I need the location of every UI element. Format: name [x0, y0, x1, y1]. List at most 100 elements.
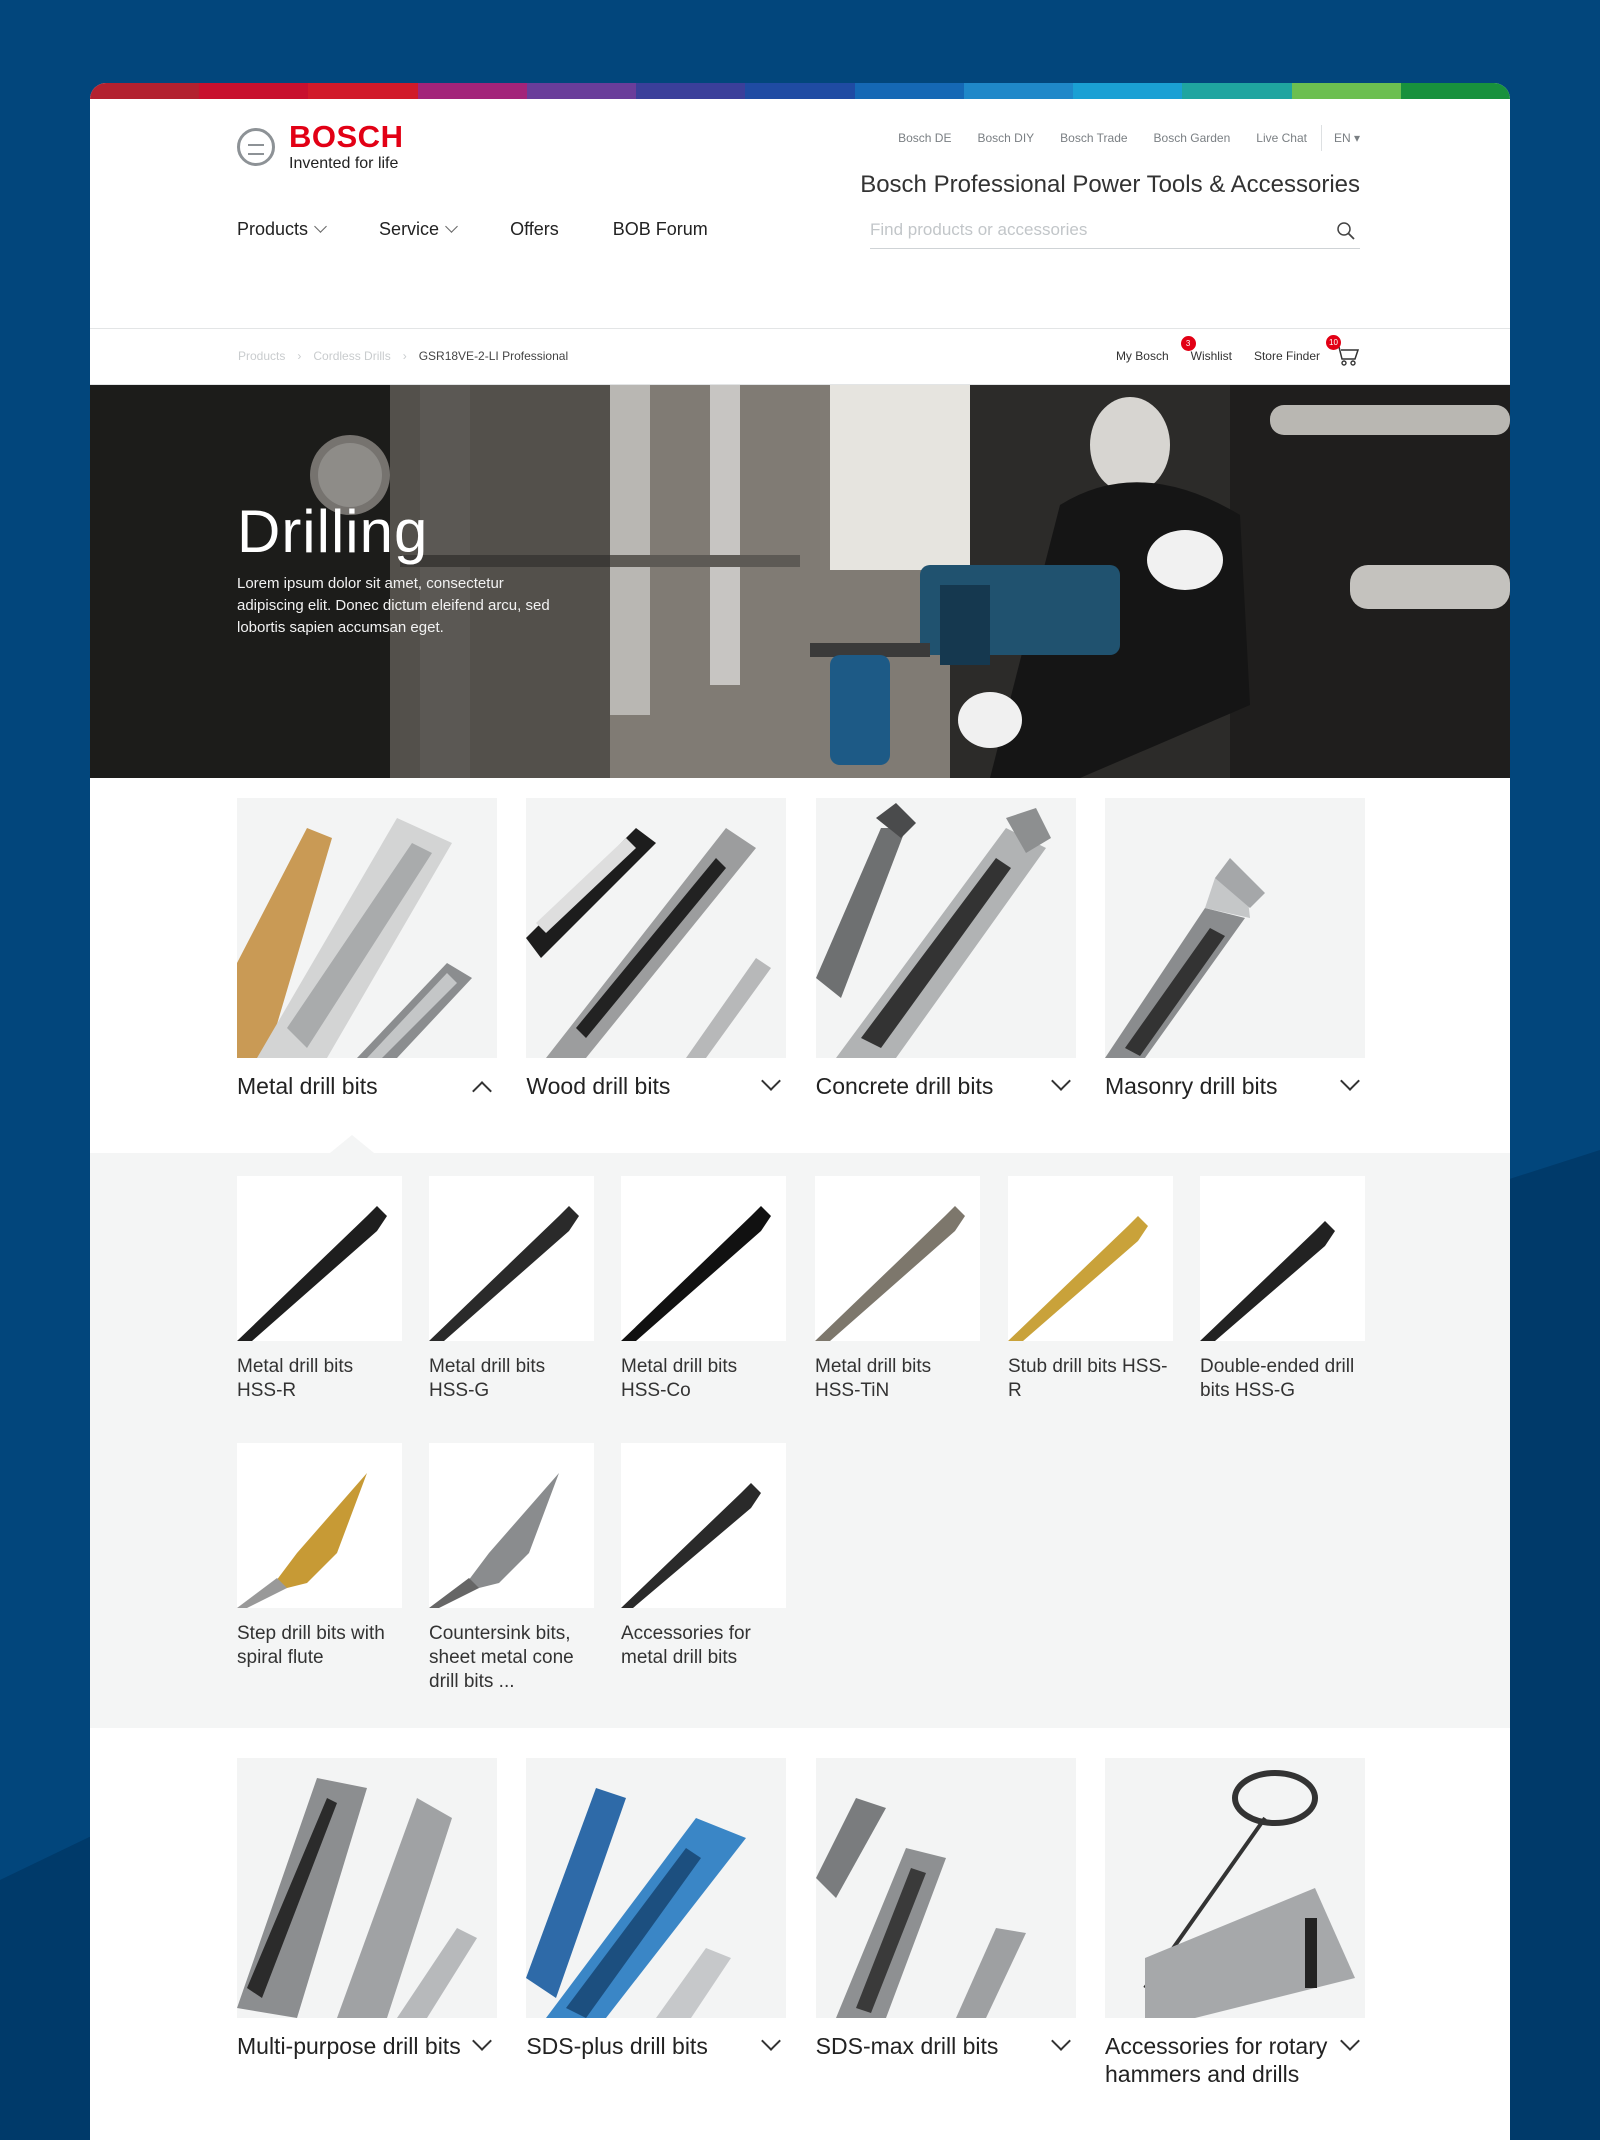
multi-purpose-drill-bits-image: [237, 1758, 497, 2018]
drill-bit-image: [815, 803, 1051, 1058]
bosch-armature-icon: [237, 128, 275, 166]
category-accessories-rotary-hammers[interactable]: Accessories for rotary hammers and drill…: [1104, 1758, 1365, 2088]
category-row-bottom: Multi-purpose drill bits SDS-plus drill …: [237, 1758, 1365, 2088]
subcategory-label: Metal drill bits HSS-G: [429, 1356, 546, 1401]
chevron-down-icon: [761, 1071, 782, 1091]
subcategory-item[interactable]: Accessories for metal drill bits: [621, 1443, 786, 1670]
nav-service-label: Service: [379, 219, 440, 239]
main-nav: Products Service Offers BOB Forum: [237, 219, 762, 240]
concrete-drill-bits-image: [815, 798, 1076, 1058]
category-wood-drill-bits[interactable]: Wood drill bits: [526, 798, 787, 1100]
cart-count-badge: 10: [1326, 335, 1341, 350]
drill-bit-image: [237, 818, 472, 1058]
masonry-drill-bits-image: [1104, 798, 1365, 1058]
category-concrete-drill-bits[interactable]: Concrete drill bits: [815, 798, 1076, 1100]
nav-bob-forum-label: BOB Forum: [612, 219, 708, 239]
wishlist-link[interactable]: 3 Wishlist: [1180, 336, 1232, 363]
site-header: BOSCH Invented for life Bosch DE Bosch D…: [90, 99, 1510, 329]
nav-products[interactable]: Products: [237, 219, 327, 240]
hero-title: Drilling: [237, 498, 429, 565]
language-selector[interactable]: EN ▾: [1334, 131, 1360, 151]
chevron-right-icon: ›: [402, 349, 407, 363]
user-links: My Bosch 3 Wishlist Store Finder 10: [1094, 335, 1360, 367]
browser-page: BOSCH Invented for life Bosch DE Bosch D…: [90, 83, 1510, 2140]
category-label: SDS-max drill bits: [815, 2033, 999, 2059]
wood-drill-bits-image: [526, 798, 787, 1058]
category-label: Metal drill bits: [237, 1073, 378, 1099]
drill-bit-image: [526, 1788, 747, 2018]
subcategory-item[interactable]: Countersink bits, sheet metal cone drill…: [429, 1443, 594, 1694]
category-label: Masonry drill bits: [1104, 1073, 1278, 1099]
category-sds-plus-drill-bits[interactable]: SDS-plus drill bits: [526, 1758, 787, 2088]
subcategory-label: Accessories for metal drill bits: [621, 1623, 751, 1668]
hero-text: Lorem ipsum dolor sit amet, consectetur …: [237, 575, 550, 636]
subcategory-image: [621, 1176, 786, 1341]
subcategory-image: [429, 1443, 594, 1608]
top-link-bosch-diy[interactable]: Bosch DIY: [977, 131, 1034, 151]
subcategory-label: Step drill bits with spiral flute: [237, 1623, 385, 1668]
cart-button[interactable]: 10: [1326, 335, 1360, 367]
category-sds-max-drill-bits[interactable]: SDS-max drill bits: [815, 1758, 1076, 2088]
chevron-down-icon: [1050, 2031, 1071, 2051]
subcategory-label: Metal drill bits HSS-R: [237, 1356, 354, 1401]
top-link-bosch-garden[interactable]: Bosch Garden: [1154, 131, 1231, 151]
breadcrumb-cordless-drills[interactable]: Cordless Drills: [313, 349, 390, 363]
category-label: Wood drill bits: [526, 1073, 671, 1099]
category-label: Multi-purpose drill bits: [237, 2033, 461, 2059]
search-icon[interactable]: [1336, 221, 1356, 241]
category-label: Accessories for rotary hammers and drill…: [1104, 2033, 1328, 2087]
category-label: Concrete drill bits: [815, 1073, 994, 1099]
subcategory-item[interactable]: Metal drill bits HSS-R: [237, 1176, 402, 1403]
store-finder-link[interactable]: Store Finder: [1254, 349, 1320, 363]
subcategory-item[interactable]: Metal drill bits HSS-G: [429, 1176, 594, 1403]
subcategory-item[interactable]: Double-ended drill bits HSS-G: [1200, 1176, 1365, 1403]
subcategory-image: [237, 1443, 402, 1608]
breadcrumb-products[interactable]: Products: [238, 349, 285, 363]
nav-products-label: Products: [237, 219, 309, 239]
hero-banner: Drilling Lorem ipsum dolor sit amet, con…: [90, 385, 1510, 778]
accessories-rotary-hammers-image: [1104, 1758, 1365, 2018]
subcategory-image: [1200, 1176, 1365, 1341]
subcategory-label: Countersink bits, sheet metal cone drill…: [429, 1623, 574, 1692]
subcategory-item[interactable]: Step drill bits with spiral flute: [237, 1443, 402, 1670]
category-label: SDS-plus drill bits: [526, 2033, 708, 2059]
nav-offers-label: Offers: [510, 219, 559, 239]
chevron-down-icon: [1340, 1071, 1360, 1091]
logo-brand: BOSCH: [289, 119, 404, 154]
chevron-down-icon: [761, 2031, 782, 2051]
drill-bit-image: [237, 1778, 477, 2018]
accessory-image: [1143, 1770, 1355, 2018]
top-link-bosch-de[interactable]: Bosch DE: [898, 131, 951, 151]
subcategory-item[interactable]: Metal drill bits HSS-TiN: [815, 1176, 980, 1403]
drill-bit-image: [815, 1798, 1026, 2018]
nav-offers[interactable]: Offers: [510, 219, 559, 240]
category-multi-purpose-drill-bits[interactable]: Multi-purpose drill bits: [237, 1758, 497, 2088]
category-row-top: Metal drill bits Wood drill bits Concret…: [237, 798, 1365, 1101]
search-input[interactable]: [870, 215, 1310, 245]
chevron-down-icon: [1050, 1071, 1071, 1091]
my-bosch-link[interactable]: My Bosch: [1116, 349, 1169, 363]
sds-plus-drill-bits-image: [526, 1758, 787, 2018]
breadcrumb-bar: Products › Cordless Drills › GSR18VE-2-L…: [90, 329, 1510, 385]
subcategory-item[interactable]: Stub drill bits HSS-R: [1008, 1176, 1173, 1403]
subcategory-label: Stub drill bits HSS-R: [1008, 1356, 1168, 1401]
subcategory-item[interactable]: Metal drill bits HSS-Co: [621, 1176, 786, 1403]
category-metal-drill-bits[interactable]: Metal drill bits: [237, 798, 497, 1101]
nav-service[interactable]: Service: [379, 219, 458, 240]
language-label: EN: [1333, 131, 1351, 145]
drill-bit-image: [1104, 858, 1265, 1058]
metal-drill-bits-image: [237, 798, 497, 1058]
subcategory-label: Metal drill bits HSS-Co: [621, 1356, 738, 1401]
breadcrumb: Products › Cordless Drills › GSR18VE-2-L…: [238, 349, 568, 363]
subcategory-panel: Metal drill bits HSS-R Metal drill bits …: [90, 1135, 1510, 1728]
wishlist-label: Wishlist: [1190, 349, 1232, 363]
search-box: [870, 215, 1360, 249]
top-link-bosch-trade[interactable]: Bosch Trade: [1060, 131, 1127, 151]
chevron-down-icon: [314, 220, 327, 233]
bosch-logo[interactable]: BOSCH Invented for life: [237, 121, 403, 173]
wishlist-count-badge: 3: [1180, 336, 1196, 351]
category-masonry-drill-bits[interactable]: Masonry drill bits: [1104, 798, 1365, 1100]
top-link-live-chat[interactable]: Live Chat: [1256, 131, 1307, 151]
subcategory-image: [237, 1176, 402, 1341]
nav-bob-forum[interactable]: BOB Forum: [613, 219, 708, 240]
